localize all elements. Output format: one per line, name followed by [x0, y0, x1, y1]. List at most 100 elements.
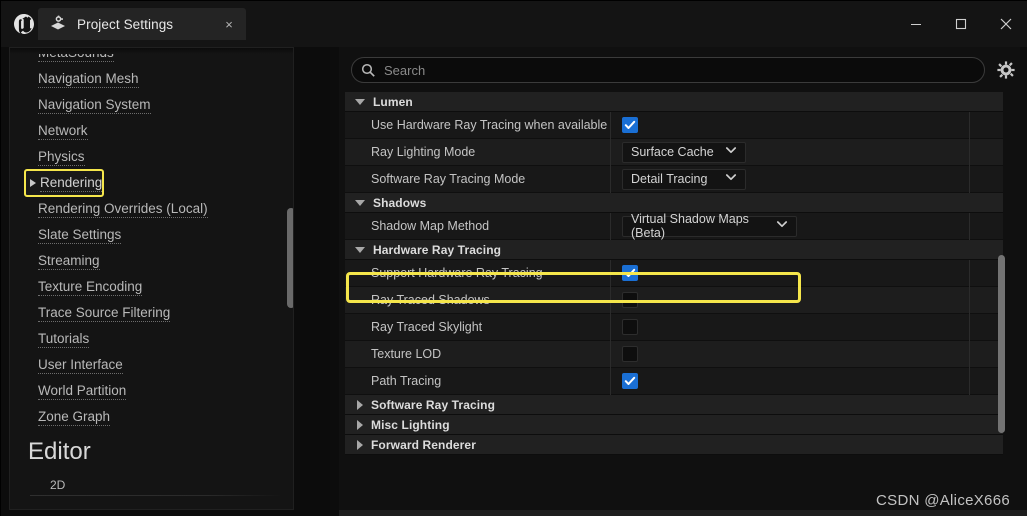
watermark: CSDN @AliceX666	[876, 492, 1010, 509]
property-label: Support Hardware Ray Tracing	[371, 266, 543, 280]
column-divider	[969, 139, 970, 166]
dropdown-value: Detail Tracing	[631, 172, 708, 186]
chevron-right-icon	[357, 419, 363, 430]
sidebar-item-navigation-mesh[interactable]: Navigation Mesh	[38, 66, 139, 92]
column-divider	[610, 139, 611, 166]
checkbox-ray-traced-shadows[interactable]	[622, 292, 638, 308]
dropdown-value: Surface Cache	[631, 145, 714, 159]
sidebar-item-label: 2D	[50, 478, 66, 492]
checkbox-texture-lod[interactable]	[622, 346, 638, 362]
detail-panel-scrollbar[interactable]	[998, 255, 1005, 433]
sidebar-item-label: Slate Settings	[38, 226, 122, 244]
checkbox-path-tracing[interactable]	[622, 373, 638, 389]
column-divider	[969, 341, 970, 368]
dropdown-shadow-map-method[interactable]: Virtual Shadow Maps (Beta)	[622, 212, 797, 240]
chevron-down-icon	[725, 143, 737, 161]
tab-project-settings[interactable]: Project Settings ×	[38, 8, 246, 40]
sidebar-item-label: Streaming	[38, 252, 100, 270]
category-header-misc-lighting[interactable]: Misc Lighting	[345, 415, 1003, 435]
column-divider	[610, 314, 611, 341]
sidebar-item-navigation-system[interactable]: Navigation System	[38, 92, 151, 118]
sidebar-item-label: Rendering	[40, 174, 103, 192]
checkbox-support-hardware-ray-tracing[interactable]	[622, 265, 638, 281]
column-divider	[610, 112, 611, 139]
gear-icon[interactable]	[995, 59, 1017, 81]
chevron-down-icon	[355, 246, 365, 253]
sidebar-item-physics[interactable]: Physics	[38, 144, 85, 170]
sidebar-item-label: Zone Graph	[38, 408, 111, 426]
sidebar-item-slate-settings[interactable]: Slate Settings	[38, 222, 122, 248]
sidebar-item-rendering-overrides-local[interactable]: Rendering Overrides (Local)	[38, 196, 208, 222]
sidebar-item-network[interactable]: Network	[38, 118, 88, 144]
sidebar-section-heading: Editor	[28, 438, 91, 465]
sidebar-item-label: Physics	[38, 148, 85, 166]
column-divider	[610, 341, 611, 368]
sidebar-scroll-content: MetaSoundsNavigation MeshNavigation Syst…	[10, 48, 293, 509]
column-divider	[969, 368, 970, 395]
chevron-down-icon	[355, 98, 365, 105]
sidebar-item-tutorials[interactable]: Tutorials	[38, 326, 90, 352]
checkbox-ray-traced-skylight[interactable]	[622, 319, 638, 335]
sidebar-item-2d[interactable]: 2D	[50, 474, 65, 496]
category-label: Lumen	[373, 94, 413, 109]
dropdown-software-ray-tracing-mode[interactable]: Detail Tracing	[622, 168, 746, 190]
sidebar-item-rendering[interactable]: Rendering	[24, 169, 105, 197]
property-label: Path Tracing	[371, 374, 442, 388]
property-label: Shadow Map Method	[371, 219, 490, 233]
search-input[interactable]	[384, 62, 984, 78]
maximize-button[interactable]	[938, 1, 983, 47]
settings-category-sidebar: MetaSoundsNavigation MeshNavigation Syst…	[9, 47, 294, 510]
category-header-software-ray-tracing[interactable]: Software Ray Tracing	[345, 395, 1003, 415]
chevron-right-icon	[30, 179, 36, 187]
chevron-down-icon	[355, 199, 365, 206]
sidebar-item-label: Rendering Overrides (Local)	[38, 200, 208, 218]
sidebar-item-label: Tutorials	[38, 330, 90, 348]
property-row: Support Hardware Ray Tracing	[345, 260, 1003, 287]
sidebar-item-world-partition[interactable]: World Partition	[38, 378, 127, 404]
sidebar-item-label: User Interface	[38, 356, 123, 374]
property-label: Use Hardware Ray Tracing when available	[371, 118, 608, 132]
column-divider	[969, 112, 970, 139]
category-label: Shadows	[373, 195, 427, 210]
column-divider	[969, 260, 970, 287]
category-header-hardware-ray-tracing[interactable]: Hardware Ray Tracing	[345, 240, 1003, 260]
unreal-engine-logo-icon	[9, 9, 39, 39]
sidebar-item-label: Texture Encoding	[38, 278, 143, 296]
title-bar: Project Settings ×	[1, 1, 1027, 47]
category-label: Misc Lighting	[371, 417, 450, 432]
property-row: Use Hardware Ray Tracing when available	[345, 112, 1003, 139]
minimize-button[interactable]	[893, 1, 938, 47]
column-divider	[969, 314, 970, 341]
chevron-down-icon	[776, 217, 788, 235]
close-icon[interactable]: ×	[218, 13, 240, 35]
dropdown-ray-lighting-mode[interactable]: Surface Cache	[622, 141, 746, 163]
property-list: Lumen Use Hardware Ray Tracing when avail…	[345, 92, 1003, 492]
category-header-shadows[interactable]: Shadows	[345, 193, 1003, 213]
sidebar-scrollbar[interactable]	[287, 208, 293, 308]
property-label: Texture LOD	[371, 347, 442, 361]
sidebar-item-trace-source-filtering[interactable]: Trace Source Filtering	[38, 300, 171, 326]
project-settings-window: Project Settings × MetaSoundsNavigation …	[0, 0, 1027, 516]
category-header-forward-renderer[interactable]: Forward Renderer	[345, 435, 1003, 455]
checkbox-use-hardware-ray-tracing-when-available[interactable]	[622, 117, 638, 133]
category-header-lumen[interactable]: Lumen	[345, 92, 1003, 112]
sidebar-item-streaming[interactable]: Streaming	[38, 248, 100, 274]
property-row: Ray Lighting Mode Surface Cache	[345, 139, 1003, 166]
sidebar-item-texture-encoding[interactable]: Texture Encoding	[38, 274, 143, 300]
column-divider	[610, 213, 611, 240]
property-label: Ray Traced Skylight	[371, 320, 483, 334]
window-body: MetaSoundsNavigation MeshNavigation Syst…	[1, 47, 1027, 516]
sidebar-item-user-interface[interactable]: User Interface	[38, 352, 123, 378]
dropdown-value: Virtual Shadow Maps (Beta)	[631, 212, 749, 240]
chevron-right-icon	[357, 439, 363, 450]
property-row: Shadow Map Method Virtual Shadow Maps (Be…	[345, 212, 1003, 240]
column-divider	[610, 287, 611, 314]
search-box[interactable]	[351, 57, 985, 83]
column-divider	[610, 260, 611, 287]
sidebar-item-zone-graph[interactable]: Zone Graph	[38, 404, 111, 430]
close-button[interactable]	[983, 1, 1027, 47]
sidebar-item-label: Navigation System	[38, 96, 151, 114]
column-divider	[610, 166, 611, 193]
sidebar-top-fade	[10, 48, 293, 54]
project-settings-icon	[48, 14, 68, 34]
